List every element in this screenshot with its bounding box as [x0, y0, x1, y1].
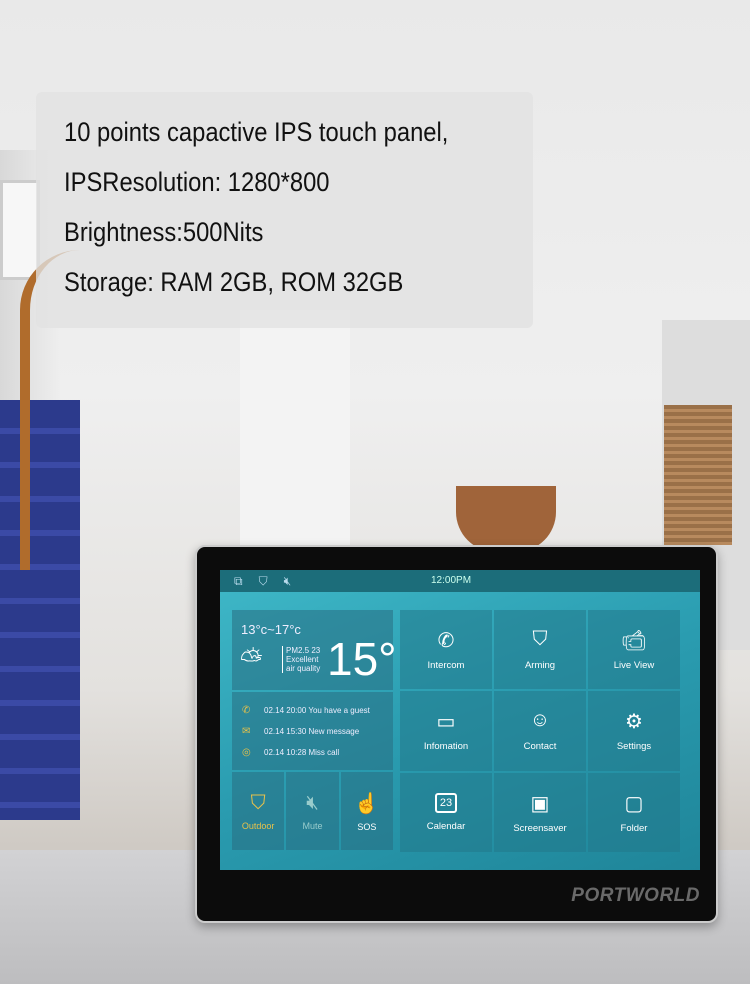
list-item[interactable]: ✆ 02.14 20:00 You have a guest — [232, 700, 393, 721]
temp-range: 13°c~17°c — [241, 622, 301, 637]
tile-label: Infomation — [423, 741, 469, 753]
mail-icon: ✉ — [242, 726, 251, 737]
button-label: Outdoor — [241, 820, 275, 831]
tile-label: Intercom — [427, 660, 465, 672]
contact-icon: ☺ — [529, 709, 551, 732]
shield-check-icon: ⛉ — [250, 791, 266, 814]
message-text: 02.14 20:00 You have a guest — [264, 706, 370, 715]
message-list: ✆ 02.14 20:00 You have a guest ✉ 02.14 15:… — [232, 692, 393, 770]
home-shield-icon: ⛉ — [532, 628, 548, 651]
mute-icon: 🔇︎ — [306, 791, 319, 814]
chat-icon: ◎ — [242, 747, 251, 758]
arming-tile[interactable]: ⛉ Arming — [494, 610, 586, 690]
tile-label: Settings — [616, 741, 652, 753]
quality-label: air quality — [286, 664, 321, 673]
window — [0, 180, 40, 280]
tile-label: Live View — [613, 660, 655, 672]
partly-cloudy-icon: ⛅︎ — [240, 644, 263, 675]
mute-button[interactable]: 🔇︎ Mute — [286, 772, 339, 850]
message-text: 02.14 10:28 Miss call — [264, 748, 340, 757]
folder-icon: ▢ — [624, 792, 644, 815]
folder-tile[interactable]: ▢ Folder — [588, 772, 680, 852]
weather-widget: 13°c~17°c ⛅︎ PM2.5 23 Excellent air qual… — [232, 610, 397, 690]
pm-value: PM2.5 23 — [286, 646, 321, 655]
quality-label: Excellent — [286, 655, 319, 664]
tile-label: Screensaver — [513, 822, 567, 834]
spec-line: IPSResolution: 1280*800 — [64, 167, 330, 197]
clock: 12:00PM — [431, 575, 472, 586]
spec-overlay: 10 points capactive IPS touch panel, IPS… — [36, 92, 533, 328]
mute-icon[interactable]: 🔇︎ — [284, 574, 292, 589]
phone-icon: ✆ — [437, 630, 455, 653]
outdoor-button[interactable]: ⛉ Outdoor — [232, 772, 285, 850]
vase — [456, 486, 556, 552]
window-icon[interactable]: ⧉ — [234, 574, 243, 589]
gear-icon: ⚙ — [625, 711, 643, 734]
button-label: SOS — [357, 821, 377, 832]
app-grid: ✆ Intercom ⛉ Arming 📹︎ Live View ▭ Infomatio… — [400, 610, 680, 852]
camera-icon: 📹︎ — [621, 630, 647, 653]
calendar-tile[interactable]: 23 Calendar — [400, 772, 492, 852]
live-view-tile[interactable]: 📹︎ Live View — [588, 610, 680, 690]
status-bar: ⧉ ⛉ 🔇︎ 12:00PM — [220, 570, 700, 592]
air-quality: PM2.5 23 Excellent air quality — [282, 646, 320, 673]
brand-logo: PORTWORLD — [571, 885, 700, 906]
spec-line: Storage: RAM 2GB, ROM 32GB — [64, 267, 404, 297]
settings-tile[interactable]: ⚙ Settings — [588, 691, 680, 771]
shield-icon[interactable]: ⛉ — [259, 574, 268, 589]
message-text: 02.14 15:30 New message — [264, 727, 360, 736]
picture-icon: ▣ — [530, 792, 550, 815]
button-label: Mute — [302, 820, 323, 831]
tile-label: Calendar — [426, 820, 466, 832]
tile-label: Folder — [620, 822, 648, 834]
spec-line: Brightness:500Nits — [64, 217, 264, 247]
quick-actions: ⛉ Outdoor 🔇︎ Mute ☝ SOS — [232, 772, 393, 850]
screen: ⧉ ⛉ 🔇︎ 12:00PM 13°c~17°c ⛅︎ PM2.5 23 Exc… — [220, 570, 700, 870]
hand-icon: ☝ — [354, 792, 380, 815]
information-tile[interactable]: ▭ Infomation — [400, 691, 492, 771]
current-temp: 15° — [327, 633, 397, 685]
calendar-icon: 23 — [434, 792, 458, 813]
list-item[interactable]: ◎ 02.14 10:28 Miss call — [232, 742, 393, 763]
intercom-tile[interactable]: ✆ Intercom — [400, 610, 492, 690]
spec-line: 10 points capactive IPS touch panel, — [64, 117, 449, 147]
sos-button[interactable]: ☝ SOS — [340, 772, 393, 850]
tile-label: Contact — [523, 741, 557, 753]
contact-tile[interactable]: ☺ Contact — [494, 691, 586, 771]
window-blind — [664, 405, 732, 545]
message-icon: ▭ — [436, 711, 456, 734]
screensaver-tile[interactable]: ▣ Screensaver — [494, 772, 586, 852]
list-item[interactable]: ✉ 02.14 15:30 New message — [232, 721, 393, 742]
tile-label: Arming — [524, 660, 556, 672]
phone-icon: ✆ — [242, 705, 251, 716]
touch-panel-device: ⧉ ⛉ 🔇︎ 12:00PM 13°c~17°c ⛅︎ PM2.5 23 Exc… — [195, 545, 718, 923]
